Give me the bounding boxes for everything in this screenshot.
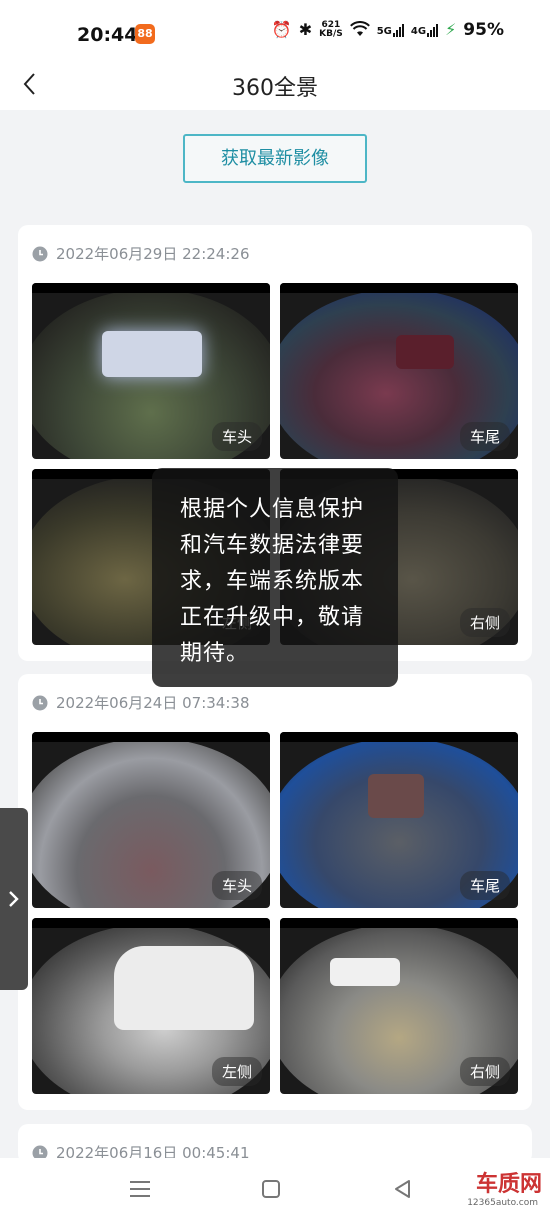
system-navigation-bar: 车质网 12365auto.com <box>0 1158 550 1222</box>
camera-image-front[interactable]: 车头 <box>32 283 270 459</box>
network-speed: 621 KB/S <box>319 21 343 39</box>
side-panel-toggle[interactable] <box>0 808 28 990</box>
network-speed-unit: KB/S <box>319 29 343 39</box>
status-bar: 20:44 88 ⏰ ✱ 621 KB/S 5G 4G ⚡ 95% <box>0 0 550 62</box>
status-icons: ⏰ ✱ 621 KB/S 5G 4G ⚡ 95% <box>272 20 504 40</box>
menu-button[interactable] <box>127 1176 153 1202</box>
wifi-icon <box>349 20 370 40</box>
watermark-logo: 车质网 <box>475 1171 542 1197</box>
camera-image-rear[interactable]: 车尾 <box>280 732 518 908</box>
camera-image-left[interactable]: 左侧 <box>32 918 270 1094</box>
menu-icon <box>130 1181 150 1197</box>
clock-icon <box>32 695 48 710</box>
back-triangle-icon <box>395 1180 410 1198</box>
charging-icon: ⚡ <box>445 20 457 39</box>
snapshot-header: 2022年06月24日 07:34:38 <box>32 692 249 713</box>
snapshot-timestamp: 2022年06月29日 22:24:26 <box>56 245 250 263</box>
camera-label: 车尾 <box>459 871 510 900</box>
watermark-url: 12365auto.com <box>467 1198 538 1208</box>
camera-label: 右侧 <box>459 608 510 637</box>
camera-label: 车头 <box>211 871 262 900</box>
system-back-button[interactable] <box>390 1176 416 1202</box>
sim2-signal-icon: 4G <box>410 23 439 37</box>
snapshot-header: 2022年06月29日 22:24:26 <box>32 243 249 264</box>
snapshot-card: 2022年06月24日 07:34:38 车头 车尾 左侧 右侧 <box>18 674 532 1110</box>
alarm-icon: ⏰ <box>271 20 292 39</box>
nav-bar: 360全景 <box>0 62 550 110</box>
camera-label: 车头 <box>211 422 262 451</box>
sim2-label: 4G <box>410 26 427 37</box>
chevron-right-icon <box>9 891 19 907</box>
camera-image-front[interactable]: 车头 <box>32 732 270 908</box>
sim1-signal-icon: 5G <box>377 23 404 37</box>
get-latest-image-button[interactable]: 获取最新影像 <box>183 134 367 183</box>
app-notification-icon: 88 <box>135 24 155 44</box>
snapshot-timestamp: 2022年06月24日 07:34:38 <box>56 694 250 712</box>
camera-label: 车尾 <box>459 422 510 451</box>
home-button[interactable] <box>258 1176 284 1202</box>
battery-level: 95% <box>463 20 504 40</box>
bluetooth-icon: ✱ <box>298 20 313 39</box>
page-title: 360全景 <box>232 76 318 101</box>
status-time: 20:44 <box>77 24 138 46</box>
camera-label: 右侧 <box>459 1057 510 1086</box>
sim1-label: 5G <box>376 26 392 37</box>
clock-icon <box>32 246 48 261</box>
upgrade-notice-toast: 根据个人信息保护和汽车数据法律要求，车端系统版本正在升级中，敬请期待。 <box>152 468 398 687</box>
camera-image-rear[interactable]: 车尾 <box>280 283 518 459</box>
home-icon <box>262 1180 280 1198</box>
camera-label: 左侧 <box>211 1057 262 1086</box>
camera-image-right[interactable]: 右侧 <box>280 918 518 1094</box>
